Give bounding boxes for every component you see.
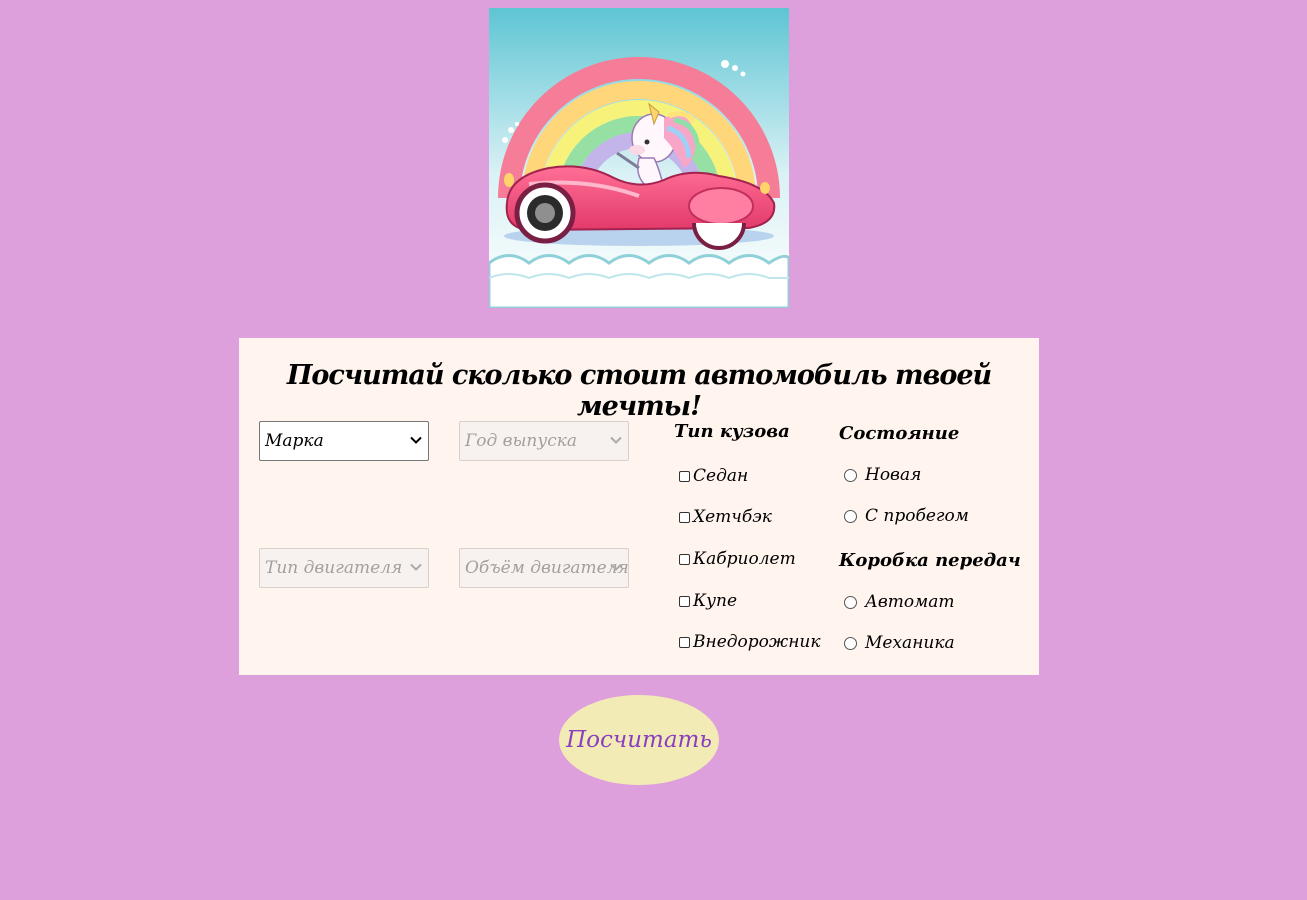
- option-label: Хетчбэк: [693, 507, 772, 527]
- chevron-down-icon: [410, 563, 422, 571]
- option-label: Механика: [865, 633, 955, 653]
- option-label: Автомат: [865, 592, 955, 612]
- engine-volume-select-value: Объём двигателя: [465, 558, 629, 578]
- year-select-value: Год выпуска: [465, 431, 578, 451]
- chevron-down-icon: [410, 436, 422, 444]
- body-type-option-cabriolet[interactable]: Кабриолет: [679, 549, 796, 569]
- unicorn-car-illustration: [489, 8, 789, 308]
- radio-button[interactable]: [844, 636, 857, 650]
- checkbox[interactable]: [679, 595, 690, 607]
- option-label: Кабриолет: [693, 549, 796, 569]
- option-label: Седан: [693, 466, 749, 486]
- gearbox-option-manual[interactable]: Механика: [844, 633, 955, 653]
- car-form-panel: Посчитай сколько стоит автомобиль твоей …: [239, 338, 1039, 675]
- brand-select[interactable]: Марка: [259, 421, 429, 461]
- gearbox-option-automatic[interactable]: Автомат: [844, 592, 954, 612]
- body-type-option-hatchback[interactable]: Хетчбэк: [679, 507, 772, 527]
- radio-button[interactable]: [844, 509, 857, 523]
- brand-select-value: Марка: [265, 431, 324, 451]
- engine-volume-select[interactable]: Объём двигателя: [459, 548, 629, 588]
- gearbox-title: Коробка передач: [839, 550, 1021, 571]
- radio-button[interactable]: [844, 468, 857, 482]
- radio-button[interactable]: [844, 595, 857, 609]
- option-label: С пробегом: [865, 506, 969, 526]
- form-title: Посчитай сколько стоит автомобиль твоей …: [286, 360, 992, 422]
- option-label: Новая: [865, 465, 922, 485]
- body-type-option-suv[interactable]: Внедорожник: [679, 632, 821, 652]
- option-label: Купе: [693, 591, 738, 611]
- condition-option-used[interactable]: С пробегом: [844, 506, 969, 526]
- body-type-option-sedan[interactable]: Седан: [679, 466, 748, 486]
- checkbox[interactable]: [679, 636, 690, 648]
- checkbox[interactable]: [679, 470, 690, 482]
- condition-title: Состояние: [839, 423, 960, 444]
- body-type-option-coupe[interactable]: Купе: [679, 591, 737, 611]
- engine-type-select-value: Тип двигателя: [265, 558, 403, 578]
- year-select[interactable]: Год выпуска: [459, 421, 629, 461]
- checkbox[interactable]: [679, 553, 690, 565]
- condition-option-new[interactable]: Новая: [844, 465, 921, 485]
- hero-image: [489, 8, 789, 308]
- option-label: Внедорожник: [693, 632, 821, 652]
- engine-type-select[interactable]: Тип двигателя: [259, 548, 429, 588]
- chevron-down-icon: [610, 436, 622, 444]
- checkbox[interactable]: [679, 511, 690, 523]
- chevron-down-icon: [610, 563, 622, 571]
- body-type-title: Тип кузова: [674, 421, 790, 442]
- calculate-button[interactable]: Посчитать: [559, 695, 719, 785]
